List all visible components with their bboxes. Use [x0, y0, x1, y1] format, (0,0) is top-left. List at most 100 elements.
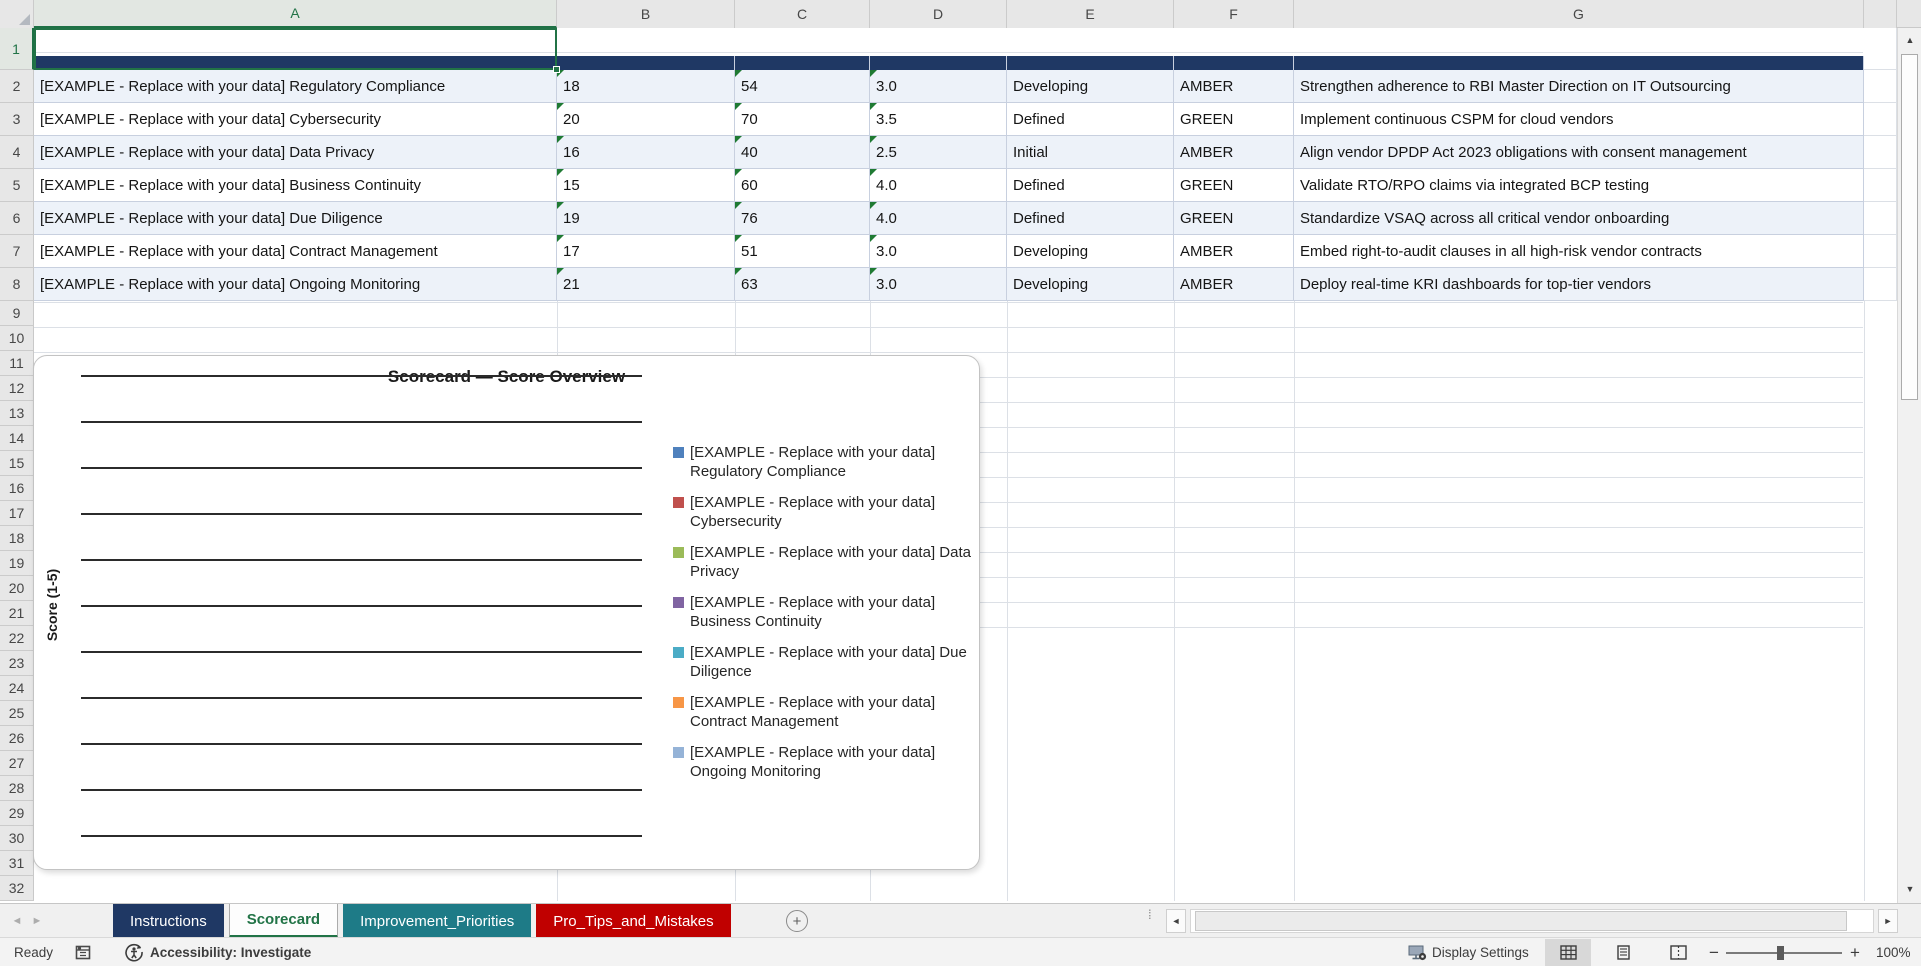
table-cell[interactable]: 70 [735, 103, 870, 136]
column-header-A[interactable]: A [34, 0, 557, 28]
table-cell[interactable]: AMBER [1174, 70, 1294, 103]
table-cell[interactable]: GREEN [1174, 202, 1294, 235]
row-header-6[interactable]: 6 [0, 202, 34, 235]
row-header-11[interactable]: 11 [0, 351, 34, 376]
scroll-left-button[interactable]: ◄ [1166, 909, 1186, 933]
column-header-G[interactable]: G [1294, 0, 1864, 28]
table-cell[interactable]: 54 [735, 70, 870, 103]
row-header-1[interactable]: 1 [0, 28, 34, 70]
row-header-2[interactable]: 2 [0, 70, 34, 103]
empty-cell[interactable] [1864, 268, 1897, 301]
row-header-28[interactable]: 28 [0, 776, 34, 801]
column-header-sliver[interactable] [1864, 0, 1897, 28]
table-cell[interactable]: Strengthen adherence to RBI Master Direc… [1294, 70, 1864, 103]
table-cell[interactable]: 20 [557, 103, 735, 136]
table-cell[interactable]: [EXAMPLE - Replace with your data] Regul… [34, 70, 557, 103]
table-cell[interactable]: [EXAMPLE - Replace with your data] Ongoi… [34, 268, 557, 301]
column-header-B[interactable]: B [557, 0, 735, 28]
row-header-7[interactable]: 7 [0, 235, 34, 268]
row-header-14[interactable]: 14 [0, 426, 34, 451]
table-cell[interactable]: Defined [1007, 169, 1174, 202]
row-header-8[interactable]: 8 [0, 268, 34, 301]
column-header-F[interactable]: F [1174, 0, 1294, 28]
horizontal-scrollbar-thumb[interactable] [1195, 911, 1847, 931]
sheet-tab-instructions[interactable]: Instructions [113, 904, 224, 938]
row-header-25[interactable]: 25 [0, 701, 34, 726]
embedded-chart[interactable]: Scorecard — Score Overview Score (1-5) [… [33, 355, 980, 870]
row-header-12[interactable]: 12 [0, 376, 34, 401]
row-header-31[interactable]: 31 [0, 851, 34, 876]
table-cell[interactable]: 18 [557, 70, 735, 103]
accessibility-status-label[interactable]: Accessibility: Investigate [150, 938, 311, 966]
row-header-10[interactable]: 10 [0, 326, 34, 351]
table-cell[interactable]: [EXAMPLE - Replace with your data] Due D… [34, 202, 557, 235]
row-header-4[interactable]: 4 [0, 136, 34, 169]
empty-cell[interactable] [1864, 28, 1897, 70]
row-header-29[interactable]: 29 [0, 801, 34, 826]
zoom-level-label[interactable]: 100% [1876, 938, 1911, 966]
table-cell[interactable]: 19 [557, 202, 735, 235]
page-layout-view-button[interactable] [1600, 939, 1646, 966]
select-all-button[interactable] [0, 0, 34, 28]
table-cell[interactable]: Deploy real-time KRI dashboards for top-… [1294, 268, 1864, 301]
tab-scroll-right-button[interactable]: ► [28, 904, 46, 938]
table-cell[interactable]: 3.0 [870, 235, 1007, 268]
table-cell[interactable]: 51 [735, 235, 870, 268]
row-header-32[interactable]: 32 [0, 876, 34, 901]
table-cell[interactable]: 4.0 [870, 202, 1007, 235]
macro-record-icon[interactable] [74, 943, 92, 966]
table-cell[interactable]: AMBER [1174, 268, 1294, 301]
table-cell[interactable]: 40 [735, 136, 870, 169]
row-header-15[interactable]: 15 [0, 451, 34, 476]
table-cell[interactable]: Defined [1007, 103, 1174, 136]
table-cell[interactable]: 4.0 [870, 169, 1007, 202]
row-header-19[interactable]: 19 [0, 551, 34, 576]
zoom-slider-track[interactable] [1726, 952, 1842, 954]
table-cell[interactable]: 15 [557, 169, 735, 202]
empty-cell[interactable] [1864, 235, 1897, 268]
tab-scroll-left-button[interactable]: ◄ [8, 904, 26, 938]
new-sheet-button[interactable]: + [786, 910, 808, 932]
scroll-down-button[interactable]: ▼ [1900, 879, 1920, 899]
table-cell[interactable]: GREEN [1174, 169, 1294, 202]
empty-cell[interactable] [1864, 70, 1897, 103]
row-header-9[interactable]: 9 [0, 301, 34, 326]
normal-view-button[interactable] [1545, 939, 1591, 966]
table-cell[interactable]: AMBER [1174, 136, 1294, 169]
table-cell[interactable]: Defined [1007, 202, 1174, 235]
row-header-20[interactable]: 20 [0, 576, 34, 601]
scroll-right-button[interactable]: ► [1878, 909, 1898, 933]
table-cell[interactable]: 3.0 [870, 70, 1007, 103]
table-cell[interactable]: Implement continuous CSPM for cloud vend… [1294, 103, 1864, 136]
tab-splitter-handle[interactable]: ⁞ [1148, 908, 1152, 921]
row-header-17[interactable]: 17 [0, 501, 34, 526]
scroll-up-button[interactable]: ▲ [1900, 30, 1920, 50]
row-header-22[interactable]: 22 [0, 626, 34, 651]
row-header-13[interactable]: 13 [0, 401, 34, 426]
row-header-26[interactable]: 26 [0, 726, 34, 751]
vertical-scrollbar-thumb[interactable] [1901, 54, 1918, 400]
column-header-D[interactable]: D [870, 0, 1007, 28]
table-cell[interactable]: Developing [1007, 70, 1174, 103]
row-header-24[interactable]: 24 [0, 676, 34, 701]
sheet-tab-pro_tips_and_mistakes[interactable]: Pro_Tips_and_Mistakes [536, 904, 731, 938]
sheet-tab-scorecard[interactable]: Scorecard [228, 904, 339, 938]
table-cell[interactable]: Embed right-to-audit clauses in all high… [1294, 235, 1864, 268]
table-cell[interactable]: AMBER [1174, 235, 1294, 268]
table-cell[interactable]: Validate RTO/RPO claims via integrated B… [1294, 169, 1864, 202]
zoom-slider-handle[interactable] [1777, 946, 1784, 960]
row-header-23[interactable]: 23 [0, 651, 34, 676]
page-break-preview-button[interactable] [1655, 939, 1701, 966]
table-cell[interactable]: Developing [1007, 235, 1174, 268]
table-cell[interactable]: [EXAMPLE - Replace with your data] Cyber… [34, 103, 557, 136]
table-cell[interactable]: [EXAMPLE - Replace with your data] Data … [34, 136, 557, 169]
display-settings-button[interactable]: Display Settings [1432, 938, 1529, 966]
vertical-scrollbar[interactable]: ▲ ▼ [1897, 28, 1921, 903]
table-cell[interactable]: 76 [735, 202, 870, 235]
table-cell[interactable]: 17 [557, 235, 735, 268]
table-cell[interactable]: [EXAMPLE - Replace with your data] Contr… [34, 235, 557, 268]
horizontal-scrollbar[interactable] [1190, 909, 1874, 933]
selection-fill-handle[interactable] [553, 66, 560, 73]
table-cell[interactable]: [EXAMPLE - Replace with your data] Busin… [34, 169, 557, 202]
table-cell[interactable]: 21 [557, 268, 735, 301]
